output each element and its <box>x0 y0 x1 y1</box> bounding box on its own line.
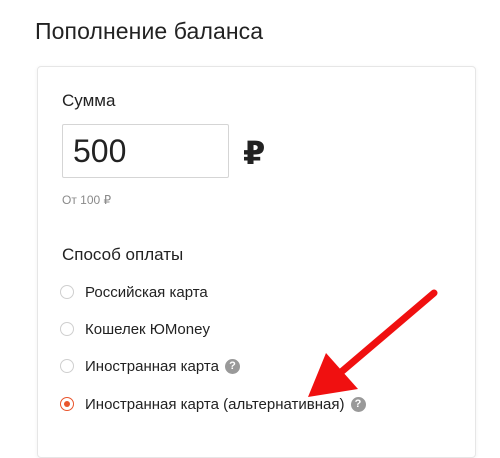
annotation-arrow-icon <box>308 289 438 397</box>
help-icon[interactable]: ? <box>224 358 240 374</box>
radio-button-selected[interactable] <box>60 397 74 411</box>
amount-input[interactable] <box>62 124 229 178</box>
amount-min-hint: От 100 ₽ <box>62 193 112 207</box>
radio-button[interactable] <box>60 359 74 373</box>
payment-method-label: Способ оплаты <box>62 245 184 264</box>
payment-option-yoomoney[interactable]: Кошелек ЮMoney <box>60 318 210 340</box>
payment-option-russian-card[interactable]: Российская карта <box>60 281 208 303</box>
radio-button[interactable] <box>60 285 74 299</box>
payment-option-label: Кошелек ЮMoney <box>85 320 210 338</box>
payment-option-label: Иностранная карта <box>85 357 219 375</box>
payment-option-label: Российская карта <box>85 283 208 301</box>
radio-button[interactable] <box>60 322 74 336</box>
currency-symbol: ₽ <box>243 135 266 171</box>
amount-label: Сумма <box>62 91 116 110</box>
payment-option-foreign-card[interactable]: Иностранная карта ? <box>60 355 240 377</box>
page-title: Пополнение баланса <box>35 18 264 44</box>
